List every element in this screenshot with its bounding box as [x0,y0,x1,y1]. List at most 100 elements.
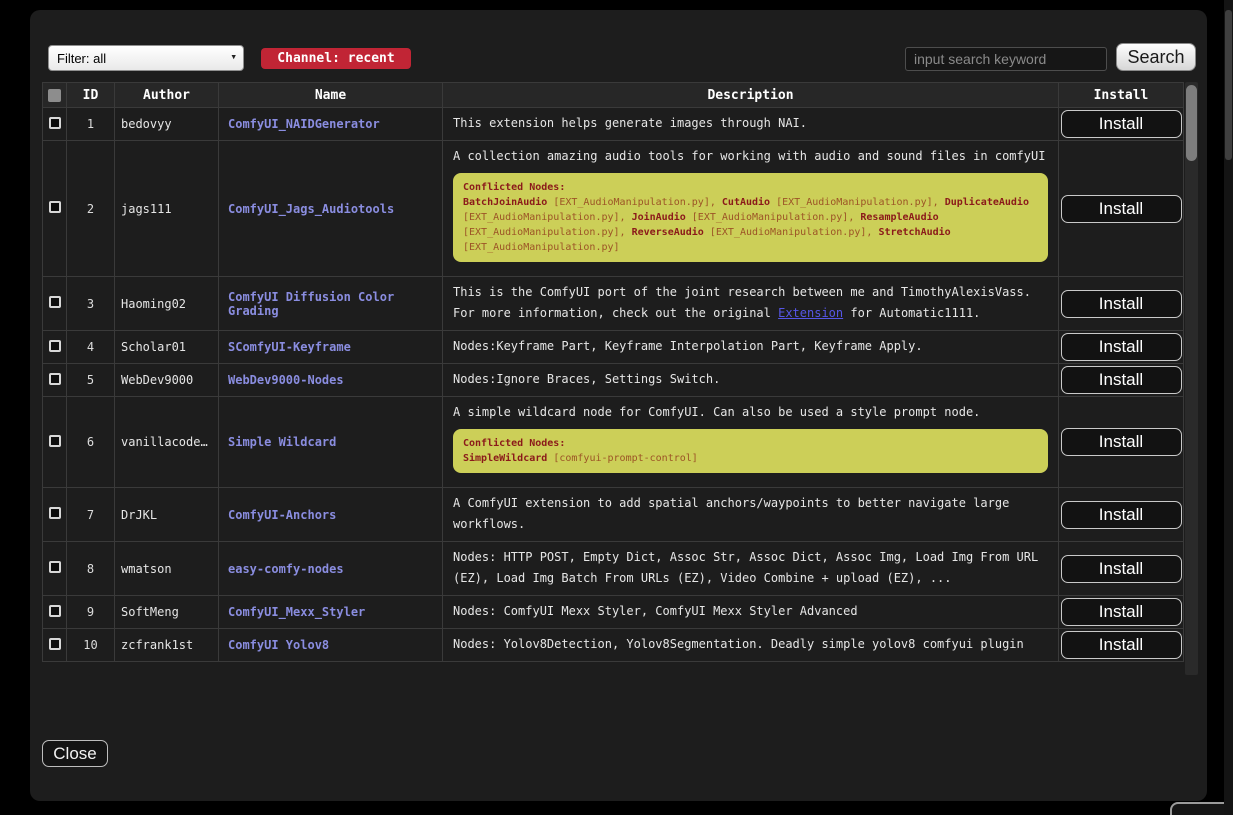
install-button[interactable]: Install [1061,555,1182,583]
browser-scrollbar[interactable] [1224,0,1233,815]
conflict-node-source: [EXT_AudioManipulation.py], [704,227,879,238]
row-author: Scholar01 [115,331,219,364]
table-row: 4Scholar01SComfyUI-KeyframeNodes:Keyfram… [43,331,1184,364]
conflict-items: SimpleWildcard [comfyui-prompt-control] [463,451,1038,466]
row-install-cell: Install [1059,277,1184,331]
row-description: Nodes: HTTP POST, Empty Dict, Assoc Str,… [453,547,1050,589]
conflict-title: Conflicted Nodes: [463,180,1038,195]
filter-select[interactable]: Filter: all [48,45,244,71]
row-install-cell: Install [1059,596,1184,629]
row-id: 7 [67,488,115,542]
table-scrollbar[interactable] [1185,82,1198,675]
search-button[interactable]: Search [1116,43,1196,71]
node-table-body: 1bedovyyComfyUI_NAIDGeneratorThis extens… [43,108,1184,662]
node-name-link[interactable]: ComfyUI Yolov8 [228,638,329,652]
node-name-link[interactable]: ComfyUI Diffusion Color Grading [228,290,394,318]
node-name-link[interactable]: easy-comfy-nodes [228,562,344,576]
row-checkbox[interactable] [49,296,61,308]
table-header-row: ID Author Name Description Install [43,83,1184,108]
row-name-cell: ComfyUI_Mexx_Styler [219,596,443,629]
row-name-cell: WebDev9000-Nodes [219,364,443,397]
conflict-node-name: ReverseAudio [632,227,704,238]
custom-nodes-table: ID Author Name Description Install 1bedo… [42,82,1184,662]
row-description: This extension helps generate images thr… [453,113,1050,134]
row-author: DrJKL [115,488,219,542]
install-button[interactable]: Install [1061,366,1182,394]
row-checkbox-cell [43,596,67,629]
row-id: 1 [67,108,115,141]
row-name-cell: Simple Wildcard [219,397,443,488]
conflict-node-source: [EXT_AudioManipulation.py], [686,212,861,223]
install-button[interactable]: Install [1061,333,1182,361]
row-id: 10 [67,629,115,662]
row-author: WebDev9000 [115,364,219,397]
node-name-link[interactable]: Simple Wildcard [228,435,336,449]
table-row: 5WebDev9000WebDev9000-NodesNodes:Ignore … [43,364,1184,397]
row-description-cell: This is the ComfyUI port of the joint re… [443,277,1059,331]
row-checkbox[interactable] [49,561,61,573]
row-checkbox-cell [43,141,67,277]
table-row: 10zcfrank1stComfyUI Yolov8Nodes: Yolov8D… [43,629,1184,662]
install-button[interactable]: Install [1061,428,1182,456]
row-checkbox[interactable] [49,201,61,213]
row-description-cell: A simple wildcard node for ComfyUI. Can … [443,397,1059,488]
install-button[interactable]: Install [1061,631,1182,659]
row-author: vanillacode314 [115,397,219,488]
row-checkbox[interactable] [49,340,61,352]
node-name-link[interactable]: ComfyUI_NAIDGenerator [228,117,380,131]
row-description: This is the ComfyUI port of the joint re… [453,282,1050,324]
select-all-checkbox[interactable] [48,89,61,102]
browser-scrollbar-thumb[interactable] [1225,10,1232,160]
custom-nodes-dialog: Filter: all ▾ Channel: recent Search ID … [30,10,1207,801]
row-description-cell: Nodes: HTTP POST, Empty Dict, Assoc Str,… [443,542,1059,596]
row-id: 6 [67,397,115,488]
row-install-cell: Install [1059,397,1184,488]
row-install-cell: Install [1059,331,1184,364]
conflict-node-source: [EXT_AudioManipulation.py], [463,227,632,238]
close-button[interactable]: Close [42,740,108,767]
conflict-node-name: StretchAudio [878,227,950,238]
conflict-items: BatchJoinAudio [EXT_AudioManipulation.py… [463,195,1038,255]
row-description: Nodes: Yolov8Detection, Yolov8Segmentati… [453,634,1050,655]
install-button[interactable]: Install [1061,110,1182,138]
row-description: A collection amazing audio tools for wor… [453,146,1050,167]
table-row: 1bedovyyComfyUI_NAIDGeneratorThis extens… [43,108,1184,141]
install-button[interactable]: Install [1061,501,1182,529]
row-checkbox[interactable] [49,373,61,385]
row-checkbox[interactable] [49,605,61,617]
node-name-link[interactable]: ComfyUI-Anchors [228,508,336,522]
row-checkbox[interactable] [49,117,61,129]
table-row: 6vanillacode314 Simple Wildcard A simple w… [43,397,1184,488]
row-install-cell: Install [1059,629,1184,662]
description-link[interactable]: Extension [778,306,843,320]
row-checkbox[interactable] [49,638,61,650]
row-description: Nodes:Keyframe Part, Keyframe Interpolat… [453,336,1050,357]
conflict-node-source: [EXT_AudioManipulation.py] [463,242,620,253]
install-button[interactable]: Install [1061,598,1182,626]
search-input[interactable] [905,47,1107,71]
conflict-warning: Conflicted Nodes:BatchJoinAudio [EXT_Aud… [453,173,1048,262]
node-name-link[interactable]: WebDev9000-Nodes [228,373,344,387]
row-id: 5 [67,364,115,397]
node-name-link[interactable]: ComfyUI_Mexx_Styler [228,605,365,619]
row-id: 8 [67,542,115,596]
row-checkbox[interactable] [49,435,61,447]
row-description-cell: This extension helps generate images thr… [443,108,1059,141]
row-author: SoftMeng [115,596,219,629]
row-name-cell: easy-comfy-nodes [219,542,443,596]
row-checkbox-cell [43,277,67,331]
install-button[interactable]: Install [1061,195,1182,223]
table-row: 8wmatsoneasy-comfy-nodesNodes: HTTP POST… [43,542,1184,596]
node-name-link[interactable]: ComfyUI_Jags_Audiotools [228,202,394,216]
row-checkbox[interactable] [49,507,61,519]
row-description-cell: A ComfyUI extension to add spatial ancho… [443,488,1059,542]
conflict-node-name: CutAudio [722,197,770,208]
install-button[interactable]: Install [1061,290,1182,318]
table-scrollbar-thumb[interactable] [1186,85,1197,161]
conflict-node-source: [EXT_AudioManipulation.py], [770,197,945,208]
row-id: 3 [67,277,115,331]
node-name-link[interactable]: SComfyUI-Keyframe [228,340,351,354]
row-install-cell: Install [1059,488,1184,542]
conflict-node-source: [EXT_AudioManipulation.py], [463,212,632,223]
row-name-cell: ComfyUI_NAIDGenerator [219,108,443,141]
